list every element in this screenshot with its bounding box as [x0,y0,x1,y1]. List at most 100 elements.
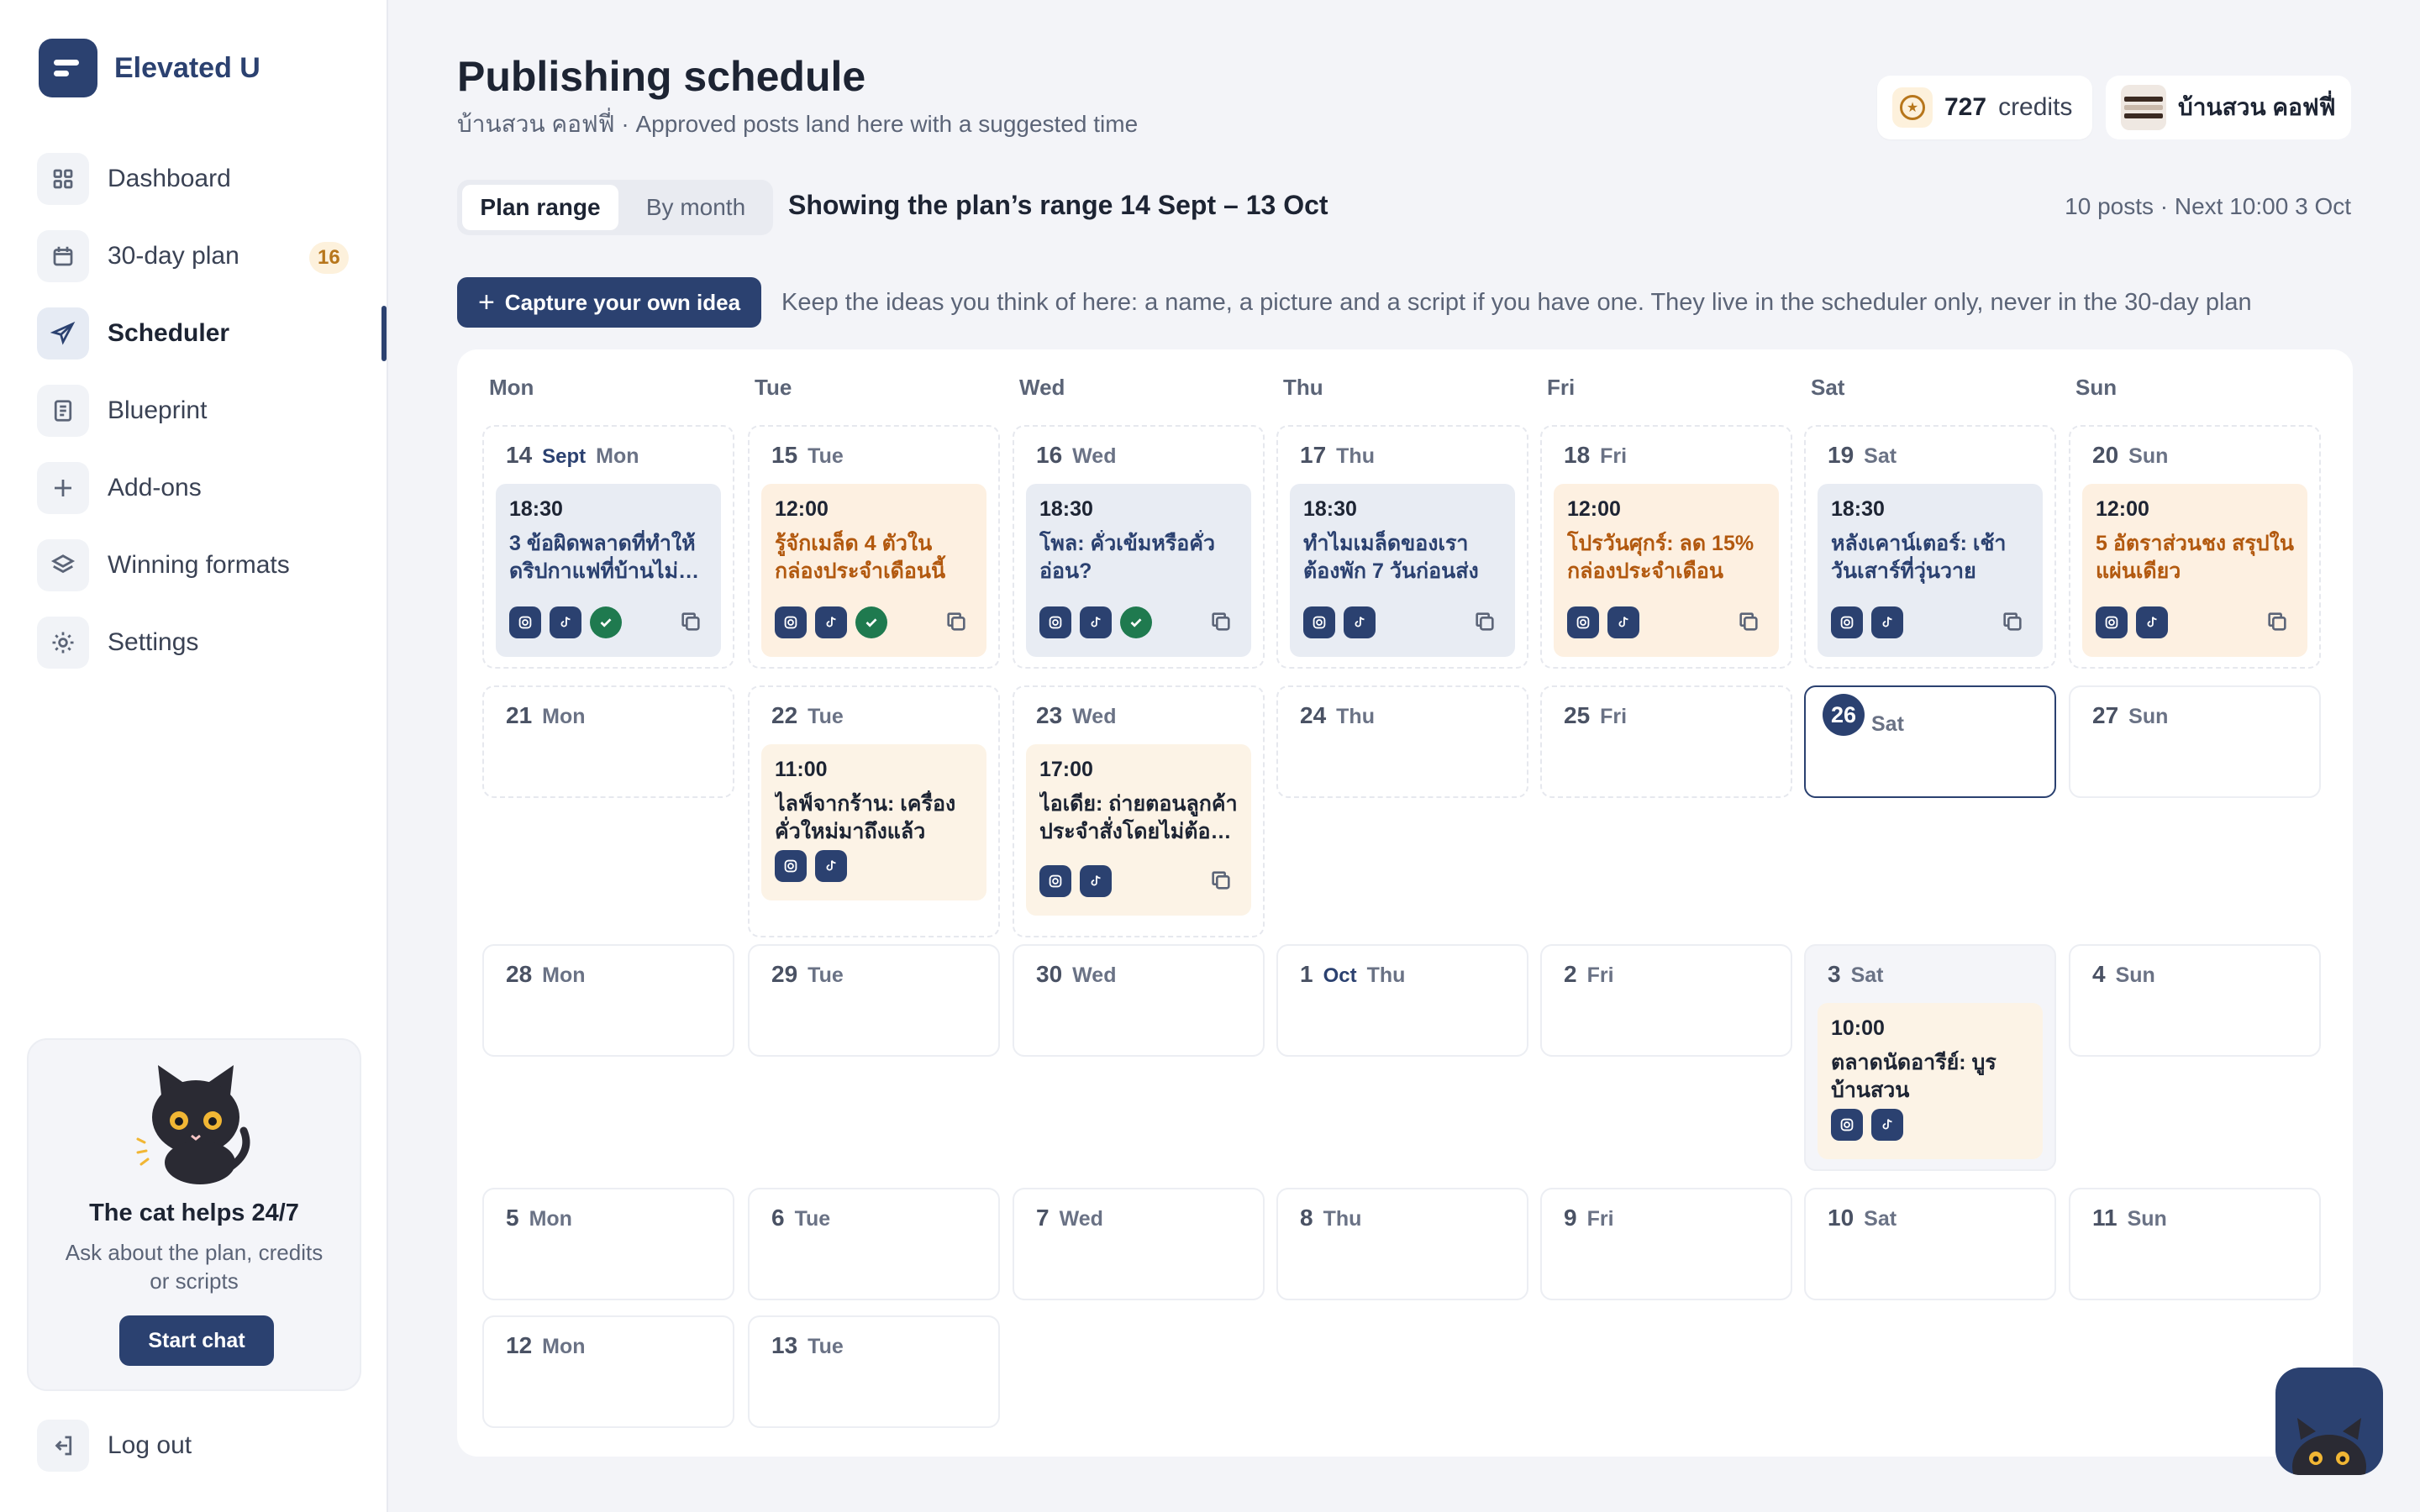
tab-by-month[interactable]: By month [623,185,768,230]
post-time: 18:30 [1831,497,1885,521]
post-card[interactable]: 12:00 รู้จักเมล็ด 4 ตัวในกล่องประจำเดือนน… [761,484,986,657]
post-card[interactable]: 18:30 3 ข้อผิดพลาดที่ทำให้ดริปกาแฟที่บ้าน… [496,484,721,657]
sidebar-item-label: 30-day plan [108,242,239,270]
sparkle-icon [37,462,89,514]
day-cell[interactable]: 30 Wed [1013,944,1265,1057]
day-cell[interactable]: 24 Thu [1276,685,1528,798]
day-cell[interactable]: 10 Sat [1804,1188,2056,1300]
help-text: Ask about the plan, credits or scripts [65,1240,324,1294]
post-card[interactable]: 12:00 โปรวันศุกร์: ลด 15% กล่องประจำเดือน [1554,484,1779,657]
shop-switcher[interactable]: บ้านสวน คอฟฟี่ [2106,76,2351,139]
start-chat-button[interactable]: Start chat [119,1315,274,1366]
day-cell[interactable]: 16 Wed 18:30 โพล: คั่วเข้มหรือคั่วอ่อน? [1013,425,1265,669]
day-cell[interactable]: 21 Mon [482,685,734,798]
sidebar-item-label: Scheduler [108,319,230,347]
day-header: 16 Wed [1036,442,1116,469]
copy-icon[interactable] [1209,869,1234,894]
day-cell[interactable]: 22 Tue 11:00 ไลฟ์จากร้าน: เครื่องคั่วใหม่มา… [748,685,1000,937]
day-cell[interactable]: 2 Fri [1540,944,1792,1057]
day-cell[interactable]: 18 Fri 12:00 โปรวันศุกร์: ลด 15% กล่องประจำ… [1540,425,1792,669]
day-cell[interactable]: 3 Sat 10:00 ตลาดนัดอารีย์: บูรบ้านสวน [1804,944,2056,1171]
sidebar-item-add-ons[interactable]: Add-ons [37,457,387,519]
sidebar-item-30-day-plan[interactable]: 30-day plan 16 [37,225,387,287]
day-cell[interactable]: 17 Thu 18:30 ทำไมเมล็ดของเราต้องพัก 7 วันก่… [1276,425,1528,669]
copy-icon[interactable] [1737,610,1762,635]
day-cell[interactable]: 12 Mon [482,1315,734,1428]
day-header: 21 Mon [506,702,586,729]
post-card[interactable]: 17:00 ไอเดีย: ถ่ายตอนลูกค้าประจำสั่งโดยไม… [1026,744,1251,916]
day-cell[interactable]: 19 Sat 18:30 หลังเคาน์เตอร์: เช้าวันเสาร์ที… [1804,425,2056,669]
day-header: 2 Fri [1564,961,1614,988]
copy-icon[interactable] [944,610,970,635]
brand-logo-icon [39,39,97,97]
day-cell[interactable]: 7 Wed [1013,1188,1265,1300]
day-cell[interactable]: 6 Tue [748,1188,1000,1300]
day-cell[interactable]: 8 Thu [1276,1188,1528,1300]
post-card[interactable]: 18:30 โพล: คั่วเข้มหรือคั่วอ่อน? [1026,484,1251,657]
day-of-week: Sun [2127,1207,2167,1231]
credits-chip[interactable]: ★ 727 credits [1877,76,2092,139]
day-header: 23 Wed [1036,702,1116,729]
tiktok-icon [1080,865,1112,897]
day-number: 22 [771,702,798,728]
logout-button[interactable]: Log out [37,1420,192,1472]
tiktok-icon [1871,606,1903,638]
day-number: 4 [2092,961,2106,987]
copy-icon[interactable] [1209,610,1234,635]
copy-icon[interactable] [2001,610,2026,635]
day-cell[interactable]: 23 Wed 17:00 ไอเดีย: ถ่ายตอนลูกค้าประจำสั่ง… [1013,685,1265,937]
day-header: 19 Sat [1828,442,1897,469]
sidebar-item-scheduler[interactable]: Scheduler [37,302,387,365]
copy-icon[interactable] [1473,610,1498,635]
sidebar-item-label: Dashboard [108,165,231,192]
copy-icon[interactable] [2265,610,2291,635]
sidebar-item-blueprint[interactable]: Blueprint [37,380,387,442]
weekday-header: Wed [1019,375,1065,400]
instagram-icon [775,606,807,638]
day-cell[interactable]: 27 Sun [2069,685,2321,798]
approved-check-icon [1120,606,1152,638]
day-cell[interactable]: 20 Sun 12:00 5 อัตราส่วนชง สรุปในแผ่นเดียว [2069,425,2321,669]
sidebar-item-winning-formats[interactable]: Winning formats [37,534,387,596]
day-cell[interactable]: 11 Sun [2069,1188,2321,1300]
day-number: 7 [1036,1205,1050,1231]
post-time: 17:00 [1039,758,1093,781]
day-number: 18 [1564,442,1591,468]
day-cell[interactable]: 13 Tue [748,1315,1000,1428]
post-card[interactable]: 10:00 ตลาดนัดอารีย์: บูรบ้านสวน [1818,1003,2043,1159]
calendar: Mon Tue Wed Thu Fri Sat Sun 14 Sept Mon 18:30 3 ข้อ… [457,349,2353,1457]
day-cell[interactable]: 14 Sept Mon 18:30 3 ข้อผิดพลาดที่ทำให้ดริปกา… [482,425,734,669]
chat-fab-button[interactable] [2275,1368,2383,1475]
post-card[interactable]: 18:30 หลังเคาน์เตอร์: เช้าวันเสาร์ที่วุ่น… [1818,484,2043,657]
day-header: 6 Tue [771,1205,830,1231]
sidebar-item-label: Settings [108,628,199,656]
day-cell[interactable]: 4 Sun [2069,944,2321,1057]
day-cell[interactable]: 1 Oct Thu [1276,944,1528,1057]
day-cell-today[interactable]: 26 Sat [1804,685,2056,798]
copy-icon[interactable] [679,610,704,635]
sidebar-item-settings[interactable]: Settings [37,612,387,674]
sidebar-item-dashboard[interactable]: Dashboard [37,148,387,210]
layers-icon [37,539,89,591]
tab-plan-range[interactable]: Plan range [462,185,618,230]
instagram-icon [775,850,807,882]
day-cell[interactable]: 15 Tue 12:00 รู้จักเมล็ด 4 ตัวในกล่องประจำเ… [748,425,1000,669]
day-cell[interactable]: 28 Mon [482,944,734,1057]
post-card[interactable]: 18:30 ทำไมเมล็ดของเราต้องพัก 7 วันก่อนส่ง [1290,484,1515,657]
plus-icon: + [477,286,495,318]
day-cell[interactable]: 5 Mon [482,1188,734,1300]
weekday-header: Mon [489,375,534,400]
day-cell[interactable]: 25 Fri [1540,685,1792,798]
post-card[interactable]: 11:00 ไลฟ์จากร้าน: เครื่องคั่วใหม่มาถึงแล… [761,744,986,900]
day-cell[interactable]: 29 Tue [748,944,1000,1057]
weekday-header: Sun [2075,375,2118,400]
post-card[interactable]: 12:00 5 อัตราส่วนชง สรุปในแผ่นเดียว [2082,484,2307,657]
brand[interactable]: Elevated U [39,39,260,97]
instagram-icon [1831,606,1863,638]
capture-idea-button[interactable]: + Capture your own idea [457,277,761,328]
day-cell[interactable]: 9 Fri [1540,1188,1792,1300]
day-of-week: Sat [1864,1207,1897,1231]
instagram-icon [1567,606,1599,638]
cat-mascot-icon [136,1065,250,1184]
day-header: 18 Fri [1564,442,1627,469]
